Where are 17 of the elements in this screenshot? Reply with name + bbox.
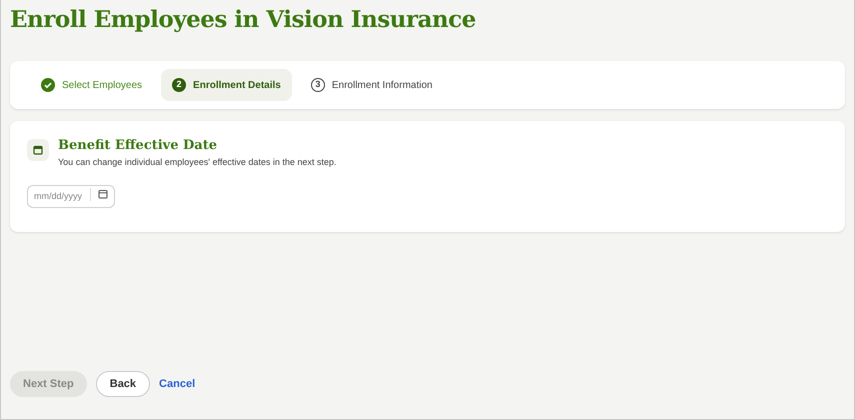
check-icon xyxy=(41,78,55,92)
calendar-icon xyxy=(27,139,49,161)
step-label: Enrollment Information xyxy=(332,78,432,92)
step-number: 3 xyxy=(310,78,325,92)
step-tab[interactable]: 3 Enrollment Information xyxy=(300,69,444,101)
back-button[interactable]: Back xyxy=(96,371,150,397)
step-tab[interactable]: 2 Enrollment Details xyxy=(161,69,292,101)
page-title: Enroll Employees in Vision Insurance xyxy=(9,5,477,35)
step-label: Enrollment Details xyxy=(193,78,281,92)
section-description: You can change individual employees' effective dates in the next step. xyxy=(58,156,336,168)
step-tab[interactable]: Select Employees xyxy=(30,69,154,101)
cancel-link[interactable]: Cancel xyxy=(159,376,196,392)
calendar-icon[interactable] xyxy=(98,189,108,199)
step-label: Select Employees xyxy=(62,78,142,92)
date-field[interactable]: mm/dd/yyyy xyxy=(27,184,115,208)
step-number: 2 xyxy=(172,78,186,92)
section-title: Benefit Effective Date xyxy=(58,137,218,155)
